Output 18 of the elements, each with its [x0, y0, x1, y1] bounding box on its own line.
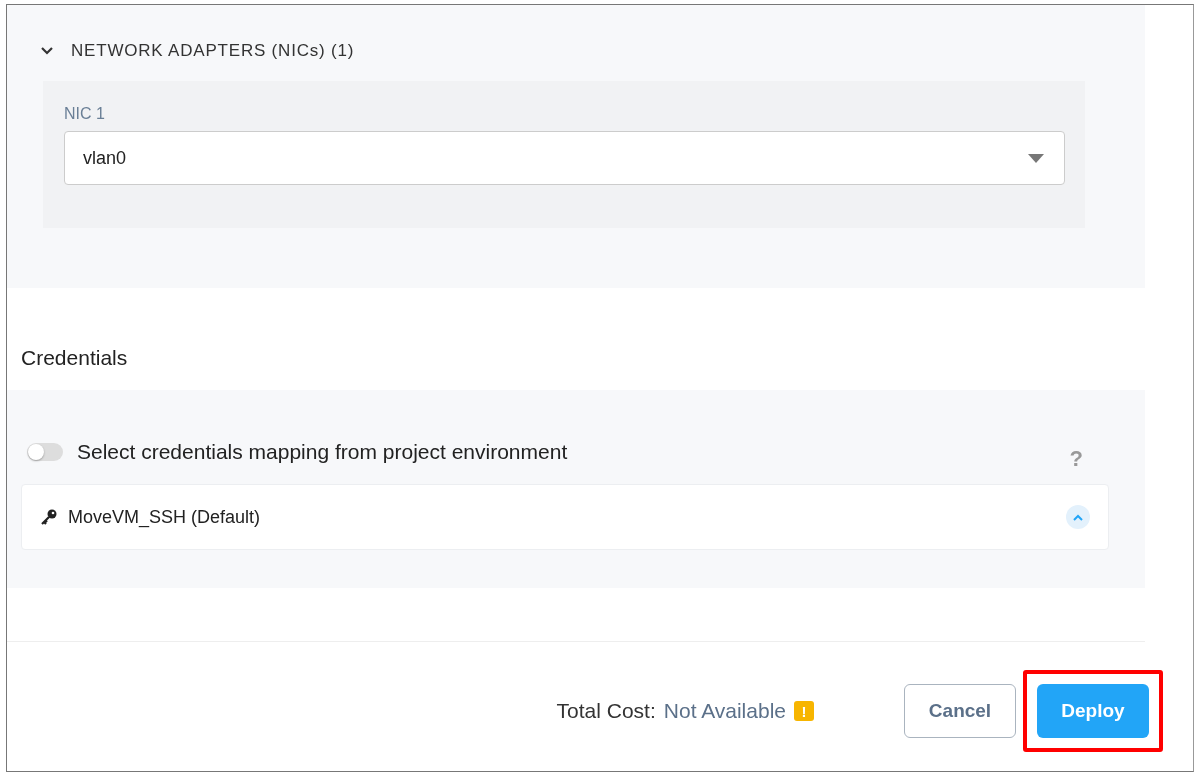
section-header[interactable]: NETWORK ADAPTERS (NICs) (1) [41, 41, 355, 61]
credential-name: MoveVM_SSH (Default) [68, 506, 261, 528]
dropdown-caret-icon [1028, 153, 1044, 163]
key-icon [40, 508, 58, 526]
cancel-button[interactable]: Cancel [904, 684, 1016, 738]
collapse-button[interactable] [1066, 505, 1090, 529]
chevron-up-icon [1073, 513, 1083, 521]
cost-label: Total Cost: [556, 699, 656, 723]
toggle-label: Select credentials mapping from project environment [77, 440, 568, 464]
cost-value: Not Available [663, 699, 786, 723]
nic-select[interactable]: vlan0 [64, 131, 1065, 185]
section-title: Credentials [21, 346, 128, 370]
chevron-icon [41, 47, 53, 55]
deploy-button[interactable]: Deploy [1037, 684, 1149, 738]
help-icon[interactable]: ? [1069, 446, 1083, 472]
toggle-switch[interactable] [27, 443, 63, 461]
field-label: NIC 1 [64, 105, 106, 123]
warning-icon: ! [794, 701, 814, 721]
